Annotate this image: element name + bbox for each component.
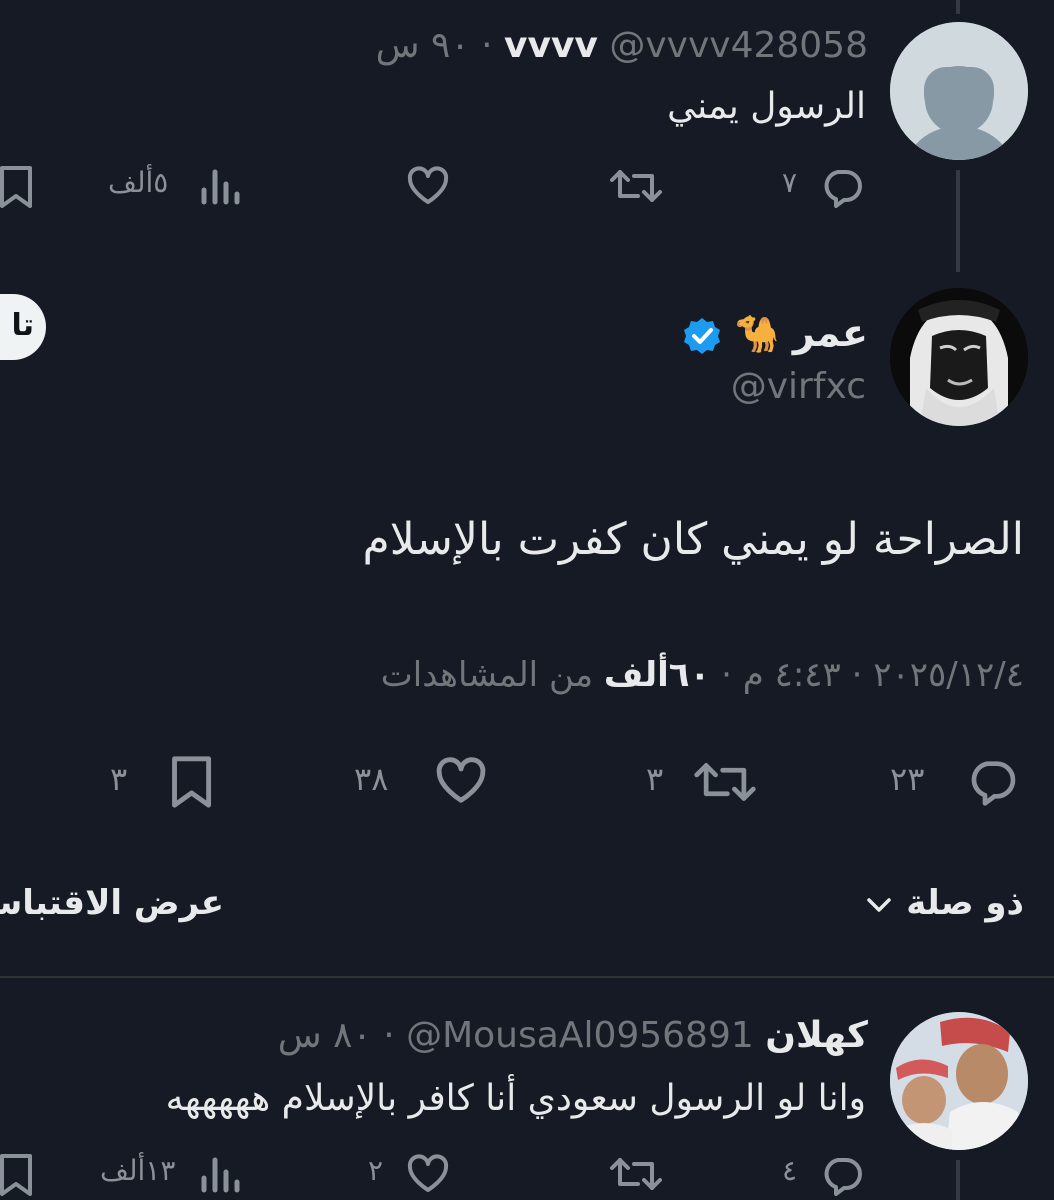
author-name[interactable]: كهلان bbox=[765, 1015, 868, 1056]
bookmark-icon[interactable] bbox=[172, 754, 216, 810]
follow-label: تا bbox=[12, 308, 34, 343]
thread-line-bottom bbox=[956, 1160, 960, 1200]
tweet-datetime[interactable]: ٢٠٢٥/١٢/٤ · ٤:٤٣ م · bbox=[710, 655, 1024, 695]
tweet-header-bottom: كهلان @MousaAl0956891 · ٨٠ س bbox=[278, 1012, 868, 1060]
like-icon[interactable] bbox=[404, 1150, 452, 1198]
profile-photo bbox=[890, 1012, 1028, 1150]
bookmark-count: ٣ bbox=[110, 760, 128, 798]
portrait-image bbox=[890, 288, 1028, 426]
camel-emoji: 🐪 bbox=[734, 314, 780, 355]
sort-relevant-dropdown[interactable]: ذو صلة bbox=[864, 880, 1024, 926]
tweet-text: الصراحة لو يمني كان كفرت بالإسلام bbox=[362, 514, 1024, 565]
like-icon[interactable] bbox=[432, 752, 490, 810]
view-quotes-label: عرض الاقتباسا bbox=[0, 883, 224, 923]
views-icon[interactable] bbox=[198, 1154, 242, 1196]
avatar-default[interactable] bbox=[890, 22, 1028, 160]
reply-icon[interactable] bbox=[818, 1150, 866, 1198]
author-handle[interactable]: @virfxc bbox=[731, 364, 866, 410]
like-icon[interactable] bbox=[404, 162, 452, 210]
views-icon[interactable] bbox=[198, 166, 242, 208]
reply-count: ٧ bbox=[782, 166, 798, 199]
views-count: ٥ألف bbox=[108, 166, 169, 199]
retweet-icon[interactable] bbox=[608, 1152, 664, 1196]
bookmark-icon[interactable] bbox=[0, 1152, 36, 1198]
author-handle[interactable]: @vvvv428058 bbox=[609, 25, 868, 66]
reply-count: ٤ bbox=[782, 1154, 798, 1187]
sort-label: ذو صلة bbox=[906, 883, 1024, 923]
tweet-time[interactable]: · ٨٠ س bbox=[278, 1015, 395, 1056]
retweet-icon[interactable] bbox=[692, 756, 758, 808]
like-count: ٢ bbox=[368, 1154, 384, 1187]
default-avatar-icon bbox=[890, 22, 1028, 160]
tweet-text: الرسول يمني bbox=[667, 86, 866, 127]
tweet-time[interactable]: · ٩٠ س bbox=[376, 25, 493, 66]
reply-icon[interactable] bbox=[818, 162, 866, 210]
reply-count: ٢٣ bbox=[890, 760, 925, 798]
author-handle[interactable]: @MousaAl0956891 bbox=[406, 1015, 754, 1056]
bookmark-icon[interactable] bbox=[0, 164, 36, 210]
follow-button[interactable]: تا bbox=[0, 294, 46, 360]
author-name[interactable]: vvvv bbox=[504, 25, 598, 66]
views-label: من المشاهدات bbox=[380, 655, 604, 695]
views-count: ٦٠ألف bbox=[603, 655, 711, 695]
avatar-omar[interactable] bbox=[890, 288, 1028, 426]
views-count: ١٣ألف bbox=[100, 1154, 176, 1187]
tweet-header-top: vvvv @vvvv428058 · ٩٠ س bbox=[376, 22, 868, 70]
author-name[interactable]: عمر bbox=[793, 311, 868, 355]
reply-icon[interactable] bbox=[964, 752, 1020, 808]
thread-line-top bbox=[956, 0, 960, 14]
thread-line-middle bbox=[956, 170, 960, 272]
retweet-count: ٣ bbox=[646, 760, 664, 798]
avatar-kahlan[interactable] bbox=[890, 1012, 1028, 1150]
view-quotes-link[interactable]: عرض الاقتباسا bbox=[0, 880, 224, 930]
tweet-meta: ٢٠٢٥/١٢/٤ · ٤:٤٣ م · ٦٠ألف من المشاهدات bbox=[381, 652, 1024, 698]
chevron-down-icon bbox=[864, 890, 894, 920]
verified-badge-icon bbox=[682, 316, 722, 356]
retweet-icon[interactable] bbox=[608, 164, 664, 208]
divider bbox=[0, 976, 1054, 978]
like-count: ٣٨ bbox=[354, 760, 389, 798]
tweet-author-main[interactable]: عمر 🐪 bbox=[682, 310, 868, 358]
tweet-text: وانا لو الرسول سعودي أنا كافر بالإسلام ه… bbox=[165, 1078, 866, 1119]
